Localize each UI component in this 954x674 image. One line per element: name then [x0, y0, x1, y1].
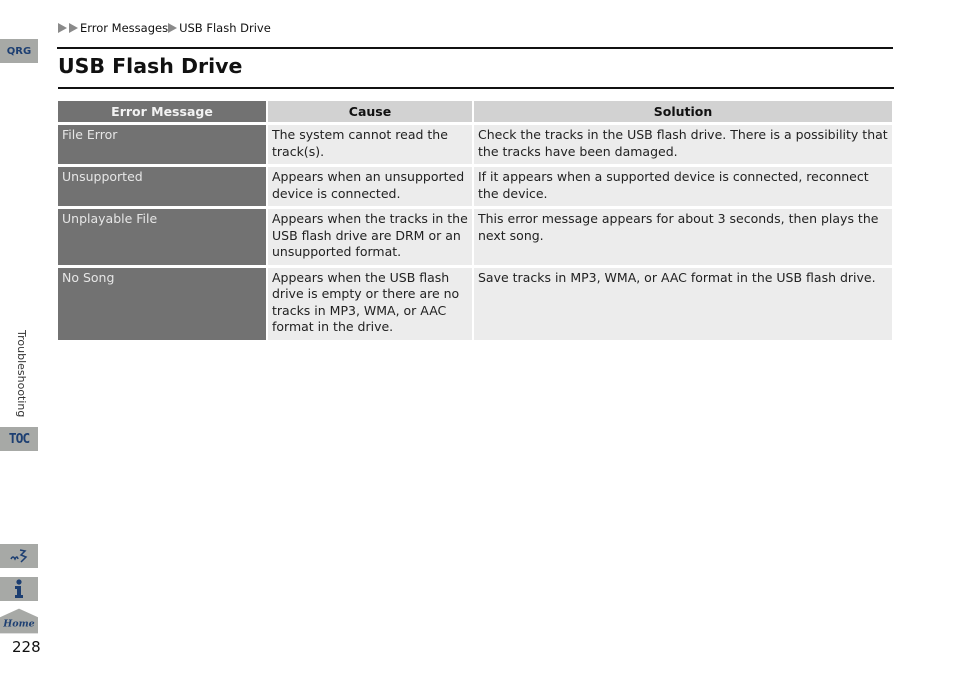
solution-cell: Save tracks in MP3, WMA, or AAC format i…: [474, 267, 892, 340]
section-label: Troubleshooting: [15, 330, 28, 418]
divider: [57, 47, 893, 49]
table-row: File Error The system cannot read the tr…: [58, 125, 892, 164]
info-icon: [15, 579, 23, 598]
header-error-message: Error Message: [58, 101, 266, 122]
home-icon: Home: [0, 608, 38, 634]
toc-tab[interactable]: TOC: [0, 427, 38, 451]
table-row: Unsupported Appears when an unsupported …: [58, 167, 892, 206]
page-number: 228: [12, 638, 41, 656]
svg-text:Home: Home: [2, 619, 34, 630]
home-tab[interactable]: Home: [0, 608, 38, 634]
header-cause: Cause: [268, 101, 472, 122]
header-solution: Solution: [474, 101, 892, 122]
info-tab[interactable]: [0, 577, 38, 601]
solution-cell: If it appears when a supported device is…: [474, 167, 892, 206]
solution-cell: Check the tracks in the USB flash drive.…: [474, 125, 892, 164]
error-message-cell: File Error: [58, 125, 266, 164]
voice-command-icon: [10, 549, 28, 563]
solution-cell: This error message appears for about 3 s…: [474, 209, 892, 265]
breadcrumb-item: USB Flash Drive: [179, 21, 271, 35]
breadcrumb: Error Messages USB Flash Drive: [58, 21, 271, 35]
divider: [58, 87, 894, 89]
error-table: Error Message Cause Solution File Error …: [56, 98, 894, 343]
qrg-label: QRG: [6, 45, 32, 57]
breadcrumb-item[interactable]: Error Messages: [80, 21, 168, 35]
cause-cell: Appears when the USB flash drive is empt…: [268, 267, 472, 340]
cause-cell: Appears when an unsupported device is co…: [268, 167, 472, 206]
cause-cell: The system cannot read the track(s).: [268, 125, 472, 164]
table-row: No Song Appears when the USB flash drive…: [58, 267, 892, 340]
voice-command-tab[interactable]: [0, 544, 38, 568]
breadcrumb-arrow-icon: [58, 23, 67, 33]
breadcrumb-arrow-icon: [69, 23, 78, 33]
page-title: USB Flash Drive: [58, 54, 243, 78]
toc-label: TOC: [8, 431, 31, 447]
cause-cell: Appears when the tracks in the USB flash…: [268, 209, 472, 265]
table-row: Unplayable File Appears when the tracks …: [58, 209, 892, 265]
table-header-row: Error Message Cause Solution: [58, 101, 892, 122]
error-message-cell: Unsupported: [58, 167, 266, 206]
qrg-tab[interactable]: QRG: [0, 39, 38, 63]
breadcrumb-arrow-icon: [168, 23, 178, 33]
error-message-cell: No Song: [58, 267, 266, 340]
error-message-cell: Unplayable File: [58, 209, 266, 265]
